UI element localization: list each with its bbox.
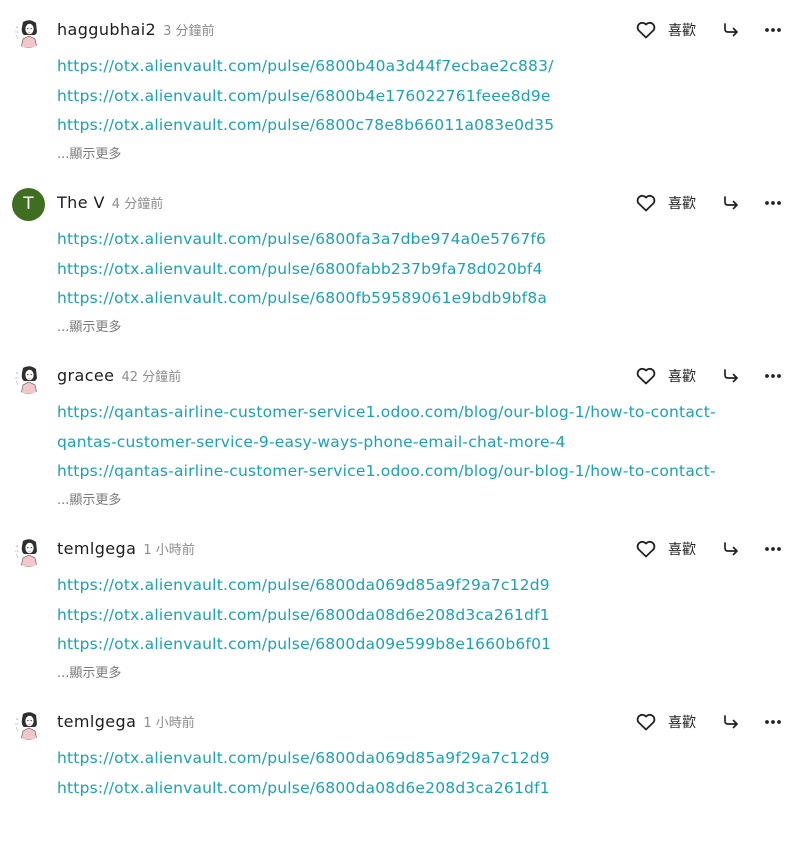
- share-arrow-icon: [724, 23, 738, 37]
- post-link[interactable]: https://otx.alienvault.com/pulse/6800da0…: [57, 774, 792, 804]
- username[interactable]: gracee: [57, 366, 114, 385]
- post-header: temlgega 1 小時前: [57, 711, 195, 735]
- post-links: https://otx.alienvault.com/pulse/6800b40…: [57, 52, 792, 141]
- post-links: https://otx.alienvault.com/pulse/6800da0…: [57, 571, 792, 660]
- heart-icon: [636, 367, 656, 385]
- share-arrow-icon: [724, 369, 738, 383]
- post-actions: 喜歡: [636, 191, 782, 215]
- ellipsis-icon: [765, 547, 781, 551]
- like-label: 喜歡: [668, 23, 696, 39]
- post-links: https://otx.alienvault.com/pulse/6800fa3…: [57, 225, 792, 314]
- post-actions: 喜歡: [636, 537, 782, 561]
- username[interactable]: temlgega: [57, 539, 136, 558]
- post-link[interactable]: https://otx.alienvault.com/pulse/6800da0…: [57, 571, 792, 601]
- post-card: T The V 4 分鐘前 喜歡 https://otx.alienvault.c…: [0, 173, 800, 346]
- share-arrow-icon: [724, 542, 738, 556]
- avatar[interactable]: [12, 707, 45, 740]
- more-options-button[interactable]: [764, 373, 782, 379]
- heart-icon: [636, 194, 656, 212]
- more-options-button[interactable]: [764, 27, 782, 33]
- avatar[interactable]: T: [12, 188, 45, 221]
- avatar[interactable]: [12, 15, 45, 48]
- heart-icon: [636, 21, 656, 39]
- post-link[interactable]: https://qantas-airline-customer-service1…: [57, 398, 792, 428]
- more-options-button[interactable]: [764, 200, 782, 206]
- like-button[interactable]: 喜歡: [636, 366, 696, 386]
- share-button[interactable]: [722, 22, 740, 38]
- timestamp: 4 分鐘前: [111, 197, 164, 212]
- like-label: 喜歡: [668, 196, 696, 212]
- more-options-button[interactable]: [764, 719, 782, 725]
- share-button[interactable]: [722, 368, 740, 384]
- username[interactable]: haggubhai2: [57, 20, 156, 39]
- post-link[interactable]: https://otx.alienvault.com/pulse/6800da0…: [57, 630, 792, 660]
- timestamp: 1 小時前: [143, 543, 195, 558]
- post-card: temlgega 1 小時前 喜歡 https://otx.alienvault…: [0, 692, 800, 865]
- show-more-link[interactable]: ...顯示更多: [57, 492, 121, 510]
- post-link[interactable]: https://otx.alienvault.com/pulse/6800b4e…: [57, 82, 792, 112]
- heart-icon: [636, 713, 656, 731]
- username[interactable]: temlgega: [57, 712, 136, 731]
- post-card: haggubhai2 3 分鐘前 喜歡 https://otx.alienvau…: [0, 0, 800, 173]
- post-card: gracee 42 分鐘前 喜歡 https://qantas-airline-…: [0, 346, 800, 519]
- post-header: gracee 42 分鐘前: [57, 365, 181, 389]
- post-header: temlgega 1 小時前: [57, 538, 195, 562]
- timestamp: 1 小時前: [143, 716, 195, 731]
- more-options-button[interactable]: [764, 546, 782, 552]
- post-link[interactable]: https://otx.alienvault.com/pulse/6800fb5…: [57, 284, 792, 314]
- ellipsis-icon: [765, 201, 781, 205]
- post-links: https://otx.alienvault.com/pulse/6800da0…: [57, 744, 792, 803]
- sketch-avatar-icon: [12, 534, 45, 567]
- timestamp: 3 分鐘前: [163, 24, 215, 39]
- post-header: The V 4 分鐘前: [57, 192, 163, 216]
- avatar-initial: T: [23, 194, 34, 214]
- ellipsis-icon: [765, 28, 781, 32]
- sketch-avatar-icon: [12, 361, 45, 394]
- post-link[interactable]: https://otx.alienvault.com/pulse/6800da0…: [57, 744, 792, 774]
- timestamp: 42 分鐘前: [121, 370, 182, 385]
- post-actions: 喜歡: [636, 364, 782, 388]
- post-link[interactable]: https://otx.alienvault.com/pulse/6800b40…: [57, 52, 792, 82]
- post-link[interactable]: https://qantas-airline-customer-service1…: [57, 457, 792, 487]
- like-label: 喜歡: [668, 542, 696, 558]
- show-more-link[interactable]: ...顯示更多: [57, 665, 121, 683]
- share-button[interactable]: [722, 541, 740, 557]
- post-actions: 喜歡: [636, 710, 782, 734]
- post-link[interactable]: https://otx.alienvault.com/pulse/6800fa3…: [57, 225, 792, 255]
- share-arrow-icon: [724, 715, 738, 729]
- post-link[interactable]: https://otx.alienvault.com/pulse/6800da0…: [57, 601, 792, 631]
- post-header: haggubhai2 3 分鐘前: [57, 19, 215, 43]
- like-button[interactable]: 喜歡: [636, 712, 696, 732]
- post-link[interactable]: https://otx.alienvault.com/pulse/6800c78…: [57, 111, 792, 141]
- like-button[interactable]: 喜歡: [636, 193, 696, 213]
- ellipsis-icon: [765, 720, 781, 724]
- like-label: 喜歡: [668, 715, 696, 731]
- post-link[interactable]: qantas-customer-service-9-easy-ways-phon…: [57, 428, 792, 458]
- like-label: 喜歡: [668, 369, 696, 385]
- show-more-link[interactable]: ...顯示更多: [57, 319, 121, 337]
- username[interactable]: The V: [57, 193, 105, 212]
- share-button[interactable]: [722, 714, 740, 730]
- sketch-avatar-icon: [12, 707, 45, 740]
- share-button[interactable]: [722, 195, 740, 211]
- share-arrow-icon: [724, 196, 738, 210]
- like-button[interactable]: 喜歡: [636, 539, 696, 559]
- show-more-link[interactable]: ...顯示更多: [57, 146, 121, 164]
- like-button[interactable]: 喜歡: [636, 20, 696, 40]
- ellipsis-icon: [765, 374, 781, 378]
- post-link[interactable]: https://otx.alienvault.com/pulse/6800fab…: [57, 255, 792, 285]
- post-links: https://qantas-airline-customer-service1…: [57, 398, 792, 487]
- avatar[interactable]: [12, 534, 45, 567]
- post-actions: 喜歡: [636, 18, 782, 42]
- post-card: temlgega 1 小時前 喜歡 https://otx.alienvault…: [0, 519, 800, 692]
- heart-icon: [636, 540, 656, 558]
- post-feed: haggubhai2 3 分鐘前 喜歡 https://otx.alienvau…: [0, 0, 800, 865]
- avatar[interactable]: [12, 361, 45, 394]
- sketch-avatar-icon: [12, 15, 45, 48]
